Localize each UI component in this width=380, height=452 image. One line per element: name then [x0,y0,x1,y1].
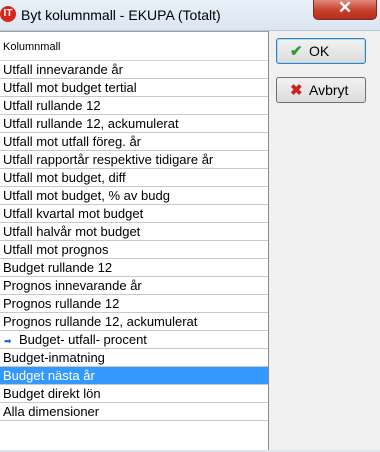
list-item-label: Alla dimensioner [3,404,100,419]
ok-button[interactable]: ✔ OK [276,38,366,64]
list-item[interactable]: Utfall rullande 12 [0,97,268,115]
current-row-arrow-icon: ➡ [4,336,12,346]
list-item-label: Utfall rullande 12 [3,98,101,113]
list-item-label: Prognos rullande 12, ackumulerat [3,314,198,329]
close-button[interactable]: ✕ [313,0,377,20]
list-item-label: Budget direkt lön [3,386,101,401]
list-item-label: Utfall innevarande år [3,62,123,77]
list-item-label: Utfall kvartal mot budget [3,206,144,221]
list-item[interactable]: ➡ Budget- utfall- procent [0,331,268,349]
list-item[interactable]: Prognos rullande 12, ackumulerat [0,313,268,331]
ok-button-label: OK [309,43,330,59]
list-item[interactable]: Budget rullande 12 [0,259,268,277]
list-item[interactable]: Utfall mot budget, % av budg [0,187,268,205]
list-item[interactable]: Utfall kvartal mot budget [0,205,268,223]
checkmark-icon: ✔ [290,43,303,60]
list-item-label: Budget rullande 12 [3,260,113,275]
list-item-label: Budget- utfall- procent [19,332,147,347]
list-item[interactable]: Utfall mot budget tertial [0,79,268,97]
list-item-label: Prognos rullande 12 [3,296,120,311]
window-title: Byt kolumnmall - EKUPA (Totalt) [21,7,221,23]
list-item-label: Utfall mot prognos [3,242,109,257]
x-icon: ✖ [290,82,303,99]
list-item[interactable]: Utfall mot utfall föreg. år [0,133,268,151]
list-rows: Utfall innevarande år Utfall mot budget t… [0,61,268,421]
list-item-label: Budget-inmatning [3,350,105,365]
cancel-button-label: Avbryt [309,82,349,98]
list-item[interactable]: Budget nästa år [0,367,268,385]
list-item-label: Utfall rapportår respektive tidigare år [3,152,214,167]
list-item-label: Utfall mot utfall föreg. år [3,134,141,149]
list-item[interactable]: Utfall rullande 12, ackumulerat [0,115,268,133]
list-item-label: Utfall mot budget tertial [3,80,137,95]
list-item-label: Utfall mot budget, % av budg [3,188,170,203]
list-item-label: Utfall mot budget, diff [3,170,126,185]
list-item-label: Utfall halvår mot budget [3,224,141,239]
list-item[interactable]: Utfall innevarande år [0,61,268,79]
list-item[interactable]: Prognos rullande 12 [0,295,268,313]
list-item[interactable]: Utfall rapportår respektive tidigare år [0,151,268,169]
list-item[interactable]: Utfall halvår mot budget [0,223,268,241]
list-item[interactable]: Prognos innevarande år [0,277,268,295]
list-item[interactable]: Alla dimensioner [0,403,268,421]
title-bar: IT Byt kolumnmall - EKUPA (Totalt) ✕ [0,0,380,31]
app-logo-icon: IT [0,6,16,22]
header-kolumnmall: Kolumnmall [3,41,61,53]
list-item-label: Utfall rullande 12, ackumulerat [3,116,179,131]
list-item-label: Prognos innevarande år [3,278,142,293]
list-item[interactable]: Utfall mot prognos [0,241,268,259]
close-icon: ✕ [337,0,353,17]
list-item[interactable]: Budget-inmatning [0,349,268,367]
list-item-label: Budget nästa år [3,368,95,383]
cancel-button[interactable]: ✖ Avbryt [276,77,366,103]
list-item[interactable]: Utfall mot budget, diff [0,169,268,187]
list-header[interactable]: Kolumnmall [0,32,268,61]
list-item[interactable]: Budget direkt lön [0,385,268,403]
column-template-list[interactable]: Kolumnmall Utfall innevarande år Utfall m… [0,31,269,450]
